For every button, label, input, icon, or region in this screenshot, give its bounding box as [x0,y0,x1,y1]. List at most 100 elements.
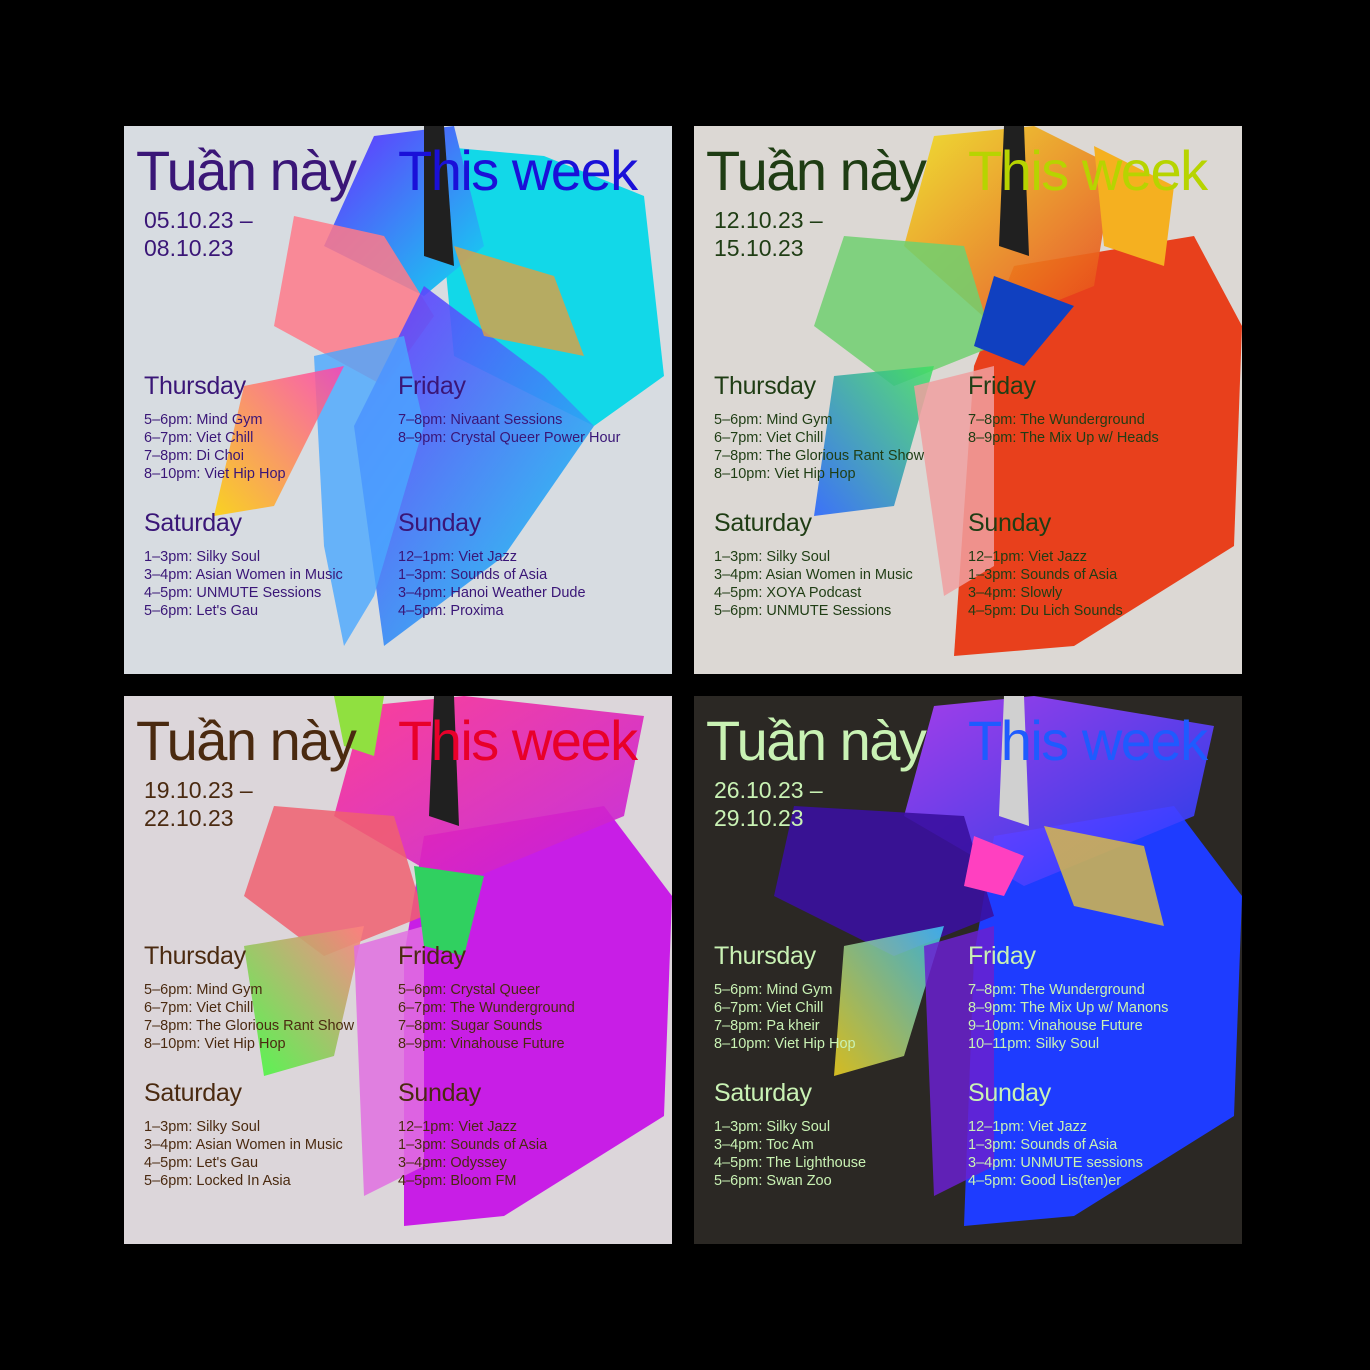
day-heading: Thursday [144,942,246,970]
date-start: 05.10.23 – [144,207,253,233]
show-item: 3–4pm: Asian Women in Music [144,567,343,583]
show-list: 1–3pm: Silky Soul 3–4pm: Asian Women in … [144,548,394,620]
show-item: 8–9pm: Vinahouse Future [398,1036,565,1052]
day-heading: Friday [968,942,1036,970]
day-friday: Friday 7–8pm: Nivaant Sessions 8–9pm: Cr… [398,372,648,447]
show-item: 5–6pm: UNMUTE Sessions [714,603,892,619]
show-item: 1–3pm: Sounds of Asia [398,567,548,583]
day-heading: Thursday [714,942,816,970]
show-item: 7–8pm: Sugar Sounds [398,1018,543,1034]
title-english: This week [968,139,1208,202]
show-item: 7–8pm: The Wunderground [968,982,1145,998]
show-item: 5–6pm: Mind Gym [144,982,263,998]
day-heading: Sunday [968,509,1051,537]
show-item: 3–4pm: Hanoi Weather Dude [398,585,586,601]
day-heading: Saturday [144,509,242,537]
show-list: 12–1pm: Viet Jazz 1–3pm: Sounds of Asia … [398,1118,648,1190]
show-item: 7–8pm: Pa kheir [714,1018,820,1034]
show-item: 12–1pm: Viet Jazz [968,1119,1088,1135]
show-item: 4–5pm: UNMUTE Sessions [144,585,322,601]
date-start: 26.10.23 – [714,777,823,803]
show-item: 3–4pm: Asian Women in Music [714,567,913,583]
show-list: 12–1pm: Viet Jazz 1–3pm: Sounds of Asia … [398,548,648,620]
show-item: 8–9pm: The Mix Up w/ Manons [968,1000,1169,1016]
show-item: 3–4pm: UNMUTE sessions [968,1155,1143,1171]
title-vietnamese: Tuần này [136,709,357,772]
day-thursday: Thursday 5–6pm: Mind Gym 6–7pm: Viet Chi… [144,372,394,483]
show-item: 6–7pm: Viet Chill [714,1000,824,1016]
show-item: 5–6pm: Locked In Asia [144,1173,291,1189]
day-heading: Friday [968,372,1036,400]
show-item: 4–5pm: Good Lis(ten)er [968,1173,1122,1189]
show-item: 6–7pm: The Wunderground [398,1000,575,1016]
show-item: 4–5pm: The Lighthouse [714,1155,867,1171]
show-list: 7–8pm: Nivaant Sessions 8–9pm: Crystal Q… [398,411,648,447]
show-list: 5–6pm: Mind Gym 6–7pm: Viet Chill 7–8pm:… [144,411,394,483]
weekly-schedule-poster: Tuần này This week 05.10.23 – 08.10.23 T… [124,126,672,674]
show-list: 5–6pm: Mind Gym 6–7pm: Viet Chill 7–8pm:… [144,981,394,1053]
show-item: 3–4pm: Odyssey [398,1155,507,1171]
show-item: 8–10pm: Viet Hip Hop [144,466,286,482]
date-start: 19.10.23 – [144,777,253,803]
show-item: 3–4pm: Slowly [968,585,1063,601]
show-list: 1–3pm: Silky Soul 3–4pm: Asian Women in … [144,1118,394,1190]
weekly-schedule-poster: Tuần này This week 19.10.23 – 22.10.23 T… [124,696,672,1244]
show-item: 5–6pm: Swan Zoo [714,1173,832,1189]
day-friday: Friday 5–6pm: Crystal Queer 6–7pm: The W… [398,942,648,1053]
day-saturday: Saturday 1–3pm: Silky Soul 3–4pm: Asian … [144,1079,394,1190]
show-list: 12–1pm: Viet Jazz 1–3pm: Sounds of Asia … [968,1118,1218,1190]
show-list: 12–1pm: Viet Jazz 1–3pm: Sounds of Asia … [968,548,1218,620]
show-item: 5–6pm: Mind Gym [714,412,833,428]
day-heading: Friday [398,372,466,400]
weekly-schedule-poster: Tuần này This week 26.10.23 – 29.10.23 T… [694,696,1242,1244]
show-item: 7–8pm: The Glorious Rant Show [144,1018,355,1034]
show-item: 9–10pm: Vinahouse Future [968,1018,1143,1034]
day-heading: Sunday [398,509,481,537]
show-item: 1–3pm: Silky Soul [144,1119,261,1135]
show-item: 5–6pm: Let's Gau [144,603,259,619]
day-heading: Saturday [714,1079,812,1107]
show-item: 6–7pm: Viet Chill [144,430,254,446]
show-item: 5–6pm: Mind Gym [144,412,263,428]
day-heading: Thursday [714,372,816,400]
show-item: 7–8pm: Nivaant Sessions [398,412,563,428]
day-heading: Sunday [968,1079,1051,1107]
show-item: 7–8pm: Di Choi [144,448,244,464]
show-item: 3–4pm: Asian Women in Music [144,1137,343,1153]
date-range: 26.10.23 – 29.10.23 [714,776,823,832]
date-end: 08.10.23 [144,235,234,261]
day-saturday: Saturday 1–3pm: Silky Soul 3–4pm: Asian … [144,509,394,620]
day-sunday: Sunday 12–1pm: Viet Jazz 1–3pm: Sounds o… [398,509,648,620]
show-item: 6–7pm: Viet Chill [714,430,824,446]
date-end: 15.10.23 [714,235,804,261]
day-heading: Friday [398,942,466,970]
show-item: 1–3pm: Sounds of Asia [968,1137,1118,1153]
show-list: 5–6pm: Crystal Queer 6–7pm: The Wundergr… [398,981,648,1053]
day-friday: Friday 7–8pm: The Wunderground 8–9pm: Th… [968,942,1218,1053]
title-vietnamese: Tuần này [136,139,357,202]
show-item: 12–1pm: Viet Jazz [968,549,1088,565]
day-heading: Thursday [144,372,246,400]
show-list: 5–6pm: Mind Gym 6–7pm: Viet Chill 7–8pm:… [714,981,964,1053]
show-item: 1–3pm: Silky Soul [144,549,261,565]
show-item: 6–7pm: Viet Chill [144,1000,254,1016]
show-list: 1–3pm: Silky Soul 3–4pm: Toc Am 4–5pm: T… [714,1118,964,1190]
title-vietnamese: Tuần này [706,709,927,772]
show-item: 12–1pm: Viet Jazz [398,1119,518,1135]
day-thursday: Thursday 5–6pm: Mind Gym 6–7pm: Viet Chi… [144,942,394,1053]
day-thursday: Thursday 5–6pm: Mind Gym 6–7pm: Viet Chi… [714,372,964,483]
show-list: 1–3pm: Silky Soul 3–4pm: Asian Women in … [714,548,964,620]
day-saturday: Saturday 1–3pm: Silky Soul 3–4pm: Asian … [714,509,964,620]
date-start: 12.10.23 – [714,207,823,233]
show-item: 12–1pm: Viet Jazz [398,549,518,565]
show-item: 1–3pm: Silky Soul [714,549,831,565]
show-item: 4–5pm: Let's Gau [144,1155,259,1171]
day-heading: Saturday [714,509,812,537]
day-friday: Friday 7–8pm: The Wunderground 8–9pm: Th… [968,372,1218,447]
show-item: 8–10pm: Viet Hip Hop [144,1036,286,1052]
show-item: 8–10pm: Viet Hip Hop [714,466,856,482]
day-sunday: Sunday 12–1pm: Viet Jazz 1–3pm: Sounds o… [398,1079,648,1190]
show-list: 7–8pm: The Wunderground 8–9pm: The Mix U… [968,411,1218,447]
show-item: 5–6pm: Mind Gym [714,982,833,998]
show-item: 1–3pm: Sounds of Asia [968,567,1118,583]
